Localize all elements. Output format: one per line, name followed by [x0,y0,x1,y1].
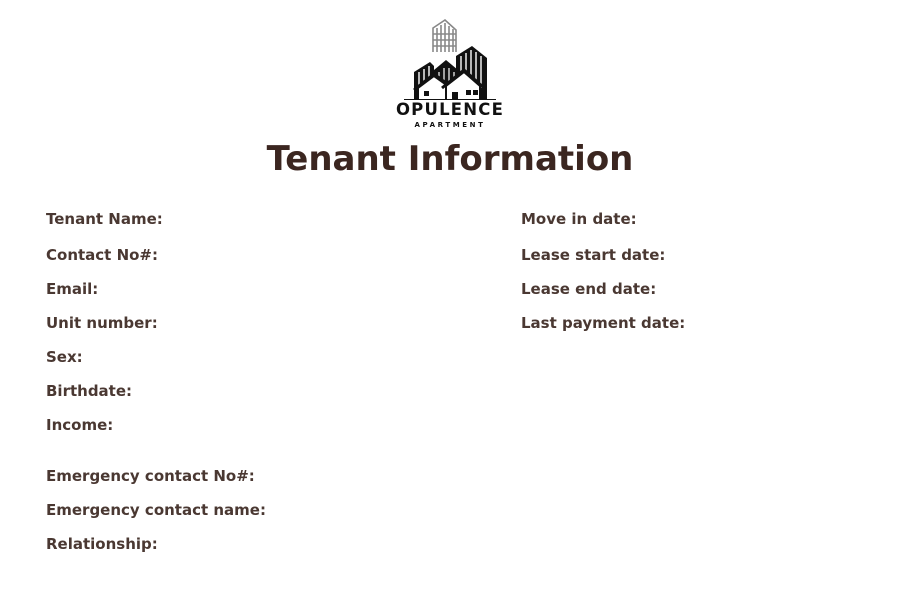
field-label-emergency-contact-no: Emergency contact No#: [46,467,255,485]
brand-logo: OPULENCE APARTMENT [390,16,510,134]
field-label-sex: Sex: [46,348,83,366]
brand-name: OPULENCE [395,100,505,119]
field-label-lease-start-date: Lease start date: [521,246,666,264]
field-label-relationship: Relationship: [46,535,158,553]
field-label-emergency-contact-name: Emergency contact name: [46,501,266,519]
field-label-email: Email: [46,280,99,298]
brand-subtitle: APARTMENT [414,121,486,129]
field-label-tenant-name: Tenant Name: [46,210,163,228]
field-label-birthdate: Birthdate: [46,382,133,400]
apartment-buildings-icon [404,18,496,100]
field-label-contact-no: Contact No#: [46,246,158,264]
field-label-income: Income: [46,416,114,434]
field-label-move-in-date: Move in date: [521,210,637,228]
field-label-unit-number: Unit number: [46,314,158,332]
page-title: Tenant Information [266,139,634,179]
field-label-last-payment-date: Last payment date: [521,314,686,332]
field-label-lease-end-date: Lease end date: [521,280,657,298]
